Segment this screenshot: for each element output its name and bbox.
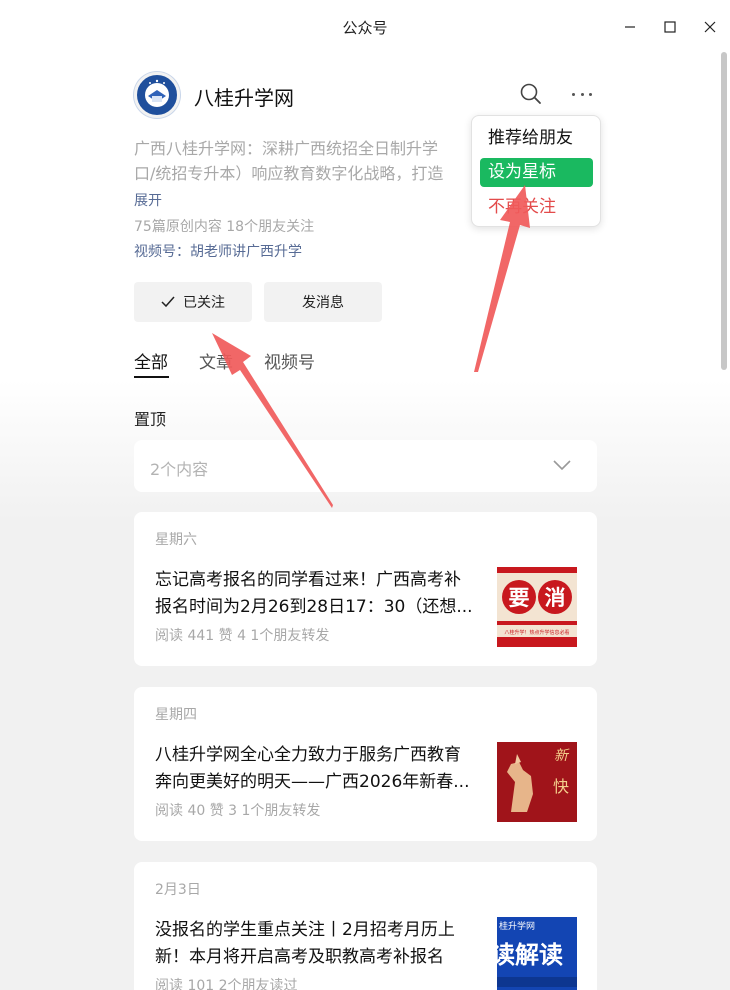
more-options-menu: 推荐给朋友 设为星标 不再关注	[471, 115, 601, 227]
pinned-dropdown[interactable]: 2个内容	[134, 440, 597, 492]
thumbnail-subtext: 桂升学网	[499, 920, 535, 932]
article-title: 八桂升学网全心全力致力于服务广西教育 奔向更美好的明天——广西2026年新春..…	[155, 742, 485, 796]
chevron-down-icon	[553, 460, 571, 471]
article-thumbnail: 桂升学网 读解读	[497, 917, 577, 990]
article-title-line: 八桂升学网全心全力致力于服务广西教育	[155, 745, 461, 765]
tab-video-channel[interactable]: 视频号	[264, 348, 315, 373]
tab-all[interactable]: 全部	[134, 348, 168, 373]
article-date: 2月3日	[155, 882, 201, 898]
followed-label: 已关注	[183, 295, 225, 311]
pinned-section-label: 置顶	[134, 410, 167, 429]
pinned-count: 2个内容	[150, 460, 209, 479]
maximize-icon	[664, 21, 676, 33]
maximize-button[interactable]	[655, 14, 685, 40]
close-button[interactable]	[695, 14, 725, 40]
article-thumbnail: 要 消 八桂升学！热点升学信息必看	[497, 567, 577, 647]
article-title: 没报名的学生重点关注丨2月招考月历上 新！本月将开启高考及职教高考补报名	[155, 917, 485, 971]
send-message-label: 发消息	[302, 295, 344, 311]
article-title-line: 报名时间为2月26到28日17：30（还想...	[155, 597, 473, 617]
send-message-button[interactable]: 发消息	[264, 282, 382, 322]
more-dot-icon	[572, 92, 575, 96]
search-button[interactable]	[519, 82, 545, 108]
video-channel-link[interactable]: 视频号：胡老师讲广西升学	[134, 241, 302, 261]
article-thumbnail: 新 快	[497, 742, 577, 822]
search-icon	[520, 83, 541, 104]
account-avatar[interactable]	[134, 72, 180, 118]
article-date: 星期四	[155, 707, 197, 723]
thumbnail-subtext: 八桂升学！热点升学信息必看	[504, 629, 569, 636]
article-date: 星期六	[155, 532, 197, 548]
minimize-button[interactable]	[615, 14, 645, 40]
menu-item-set-star[interactable]: 设为星标	[480, 158, 593, 187]
horse-graphic-icon: 新 快	[497, 742, 577, 822]
account-description: 广西八桂升学网：深耕广西统招全日制升学 口/统招专升本）响应教育数字化战略，打造	[134, 136, 484, 186]
article-meta: 阅读 441 赞 4 1个朋友转发	[155, 628, 330, 644]
account-logo-icon	[138, 76, 176, 114]
more-dot-icon	[589, 92, 592, 96]
article-title-line: 新！本月将开启高考及职教高考补报名	[155, 947, 444, 967]
article-title-line: 忘记高考报名的同学看过来！广西高考补	[155, 570, 461, 590]
title-bar: 公众号	[0, 0, 730, 54]
menu-item-recommend[interactable]: 推荐给朋友	[480, 124, 593, 153]
thumbnail-char: 读解读	[497, 941, 563, 969]
article-title-line: 没报名的学生重点关注丨2月招考月历上	[155, 920, 455, 940]
thumbnail-char: 快	[553, 777, 569, 796]
checkmark-icon	[161, 296, 175, 308]
account-name[interactable]: 八桂升学网	[194, 82, 294, 111]
more-dot-icon	[580, 92, 584, 96]
thumbnail-char: 消	[545, 586, 566, 610]
expand-link[interactable]: 展开	[134, 190, 162, 210]
active-tab-indicator	[134, 376, 169, 378]
article-title: 忘记高考报名的同学看过来！广西高考补 报名时间为2月26到28日17：30（还想…	[155, 567, 485, 621]
menu-item-unfollow[interactable]: 不再关注	[480, 193, 593, 222]
article-card[interactable]: 2月3日 没报名的学生重点关注丨2月招考月历上 新！本月将开启高考及职教高考补报…	[134, 862, 597, 990]
scrollbar[interactable]	[721, 52, 727, 370]
article-meta: 阅读 40 赞 3 1个朋友转发	[155, 803, 321, 819]
description-line: 口/统招专升本）响应教育数字化战略，打造	[134, 164, 444, 183]
close-icon	[704, 21, 716, 33]
article-card[interactable]: 星期四 八桂升学网全心全力致力于服务广西教育 奔向更美好的明天——广西2026年…	[134, 687, 597, 841]
more-options-button[interactable]	[569, 84, 595, 104]
tab-articles[interactable]: 文章	[199, 348, 233, 373]
thumbnail-char: 要	[509, 586, 530, 610]
article-card[interactable]: 星期六 忘记高考报名的同学看过来！广西高考补 报名时间为2月26到28日17：3…	[134, 512, 597, 666]
minimize-icon	[625, 26, 635, 28]
article-meta: 阅读 101 2个朋友读过	[155, 978, 298, 990]
thumbnail-graphic-icon: 桂升学网 读解读	[497, 917, 577, 990]
thumbnail-char: 新	[554, 748, 570, 764]
thumbnail-graphic-icon: 要 消 八桂升学！热点升学信息必看	[497, 567, 577, 647]
article-title-line: 奔向更美好的明天——广西2026年新春...	[155, 772, 470, 792]
description-line: 广西八桂升学网：深耕广西统招全日制升学	[134, 139, 439, 158]
followed-button[interactable]: 已关注	[134, 282, 252, 322]
account-stats: 75篇原创内容 18个朋友关注	[134, 219, 315, 235]
